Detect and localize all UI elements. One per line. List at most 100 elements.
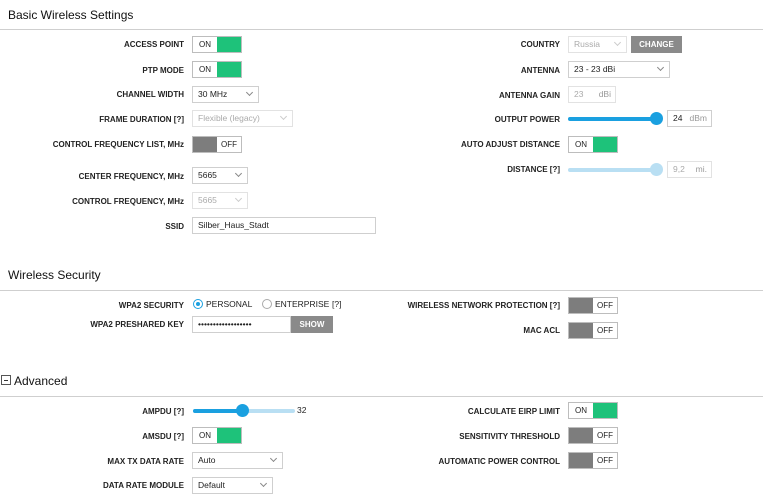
- control-frequency-label: CONTROL FREQUENCY, MHz: [72, 197, 184, 206]
- toggle-state-text: ON: [199, 40, 211, 49]
- toggle-off-indicator: [193, 137, 217, 152]
- antenna-label: ANTENNA: [520, 66, 560, 75]
- chevron-down-icon: [279, 112, 288, 121]
- max-tx-data-rate-label: MAX TX DATA RATE: [107, 457, 184, 466]
- country-label: COUNTRY: [520, 40, 560, 49]
- distance-unit: mi.: [695, 164, 707, 174]
- access-point-toggle[interactable]: ON: [192, 36, 242, 53]
- section-divider: [0, 396, 763, 397]
- toggle-state-text: OFF: [597, 326, 613, 335]
- wpa2-security-label: WPA2 SECURITY: [118, 301, 184, 310]
- channel-width-select[interactable]: 30 MHz: [192, 86, 259, 103]
- toggle-off-indicator: [569, 323, 593, 338]
- output-power-unit: dBm: [689, 113, 707, 123]
- wireless-security-title: Wireless Security: [8, 268, 101, 282]
- ssid-value: Silber_Haus_Stadt: [198, 220, 269, 230]
- output-power-input[interactable]: 24 dBm: [667, 110, 712, 127]
- data-rate-module-value: Default: [198, 480, 225, 490]
- chevron-down-icon: [656, 63, 665, 72]
- toggle-state-text: ON: [199, 65, 211, 74]
- control-frequency-list-toggle[interactable]: OFF: [192, 136, 242, 153]
- distance-value: 9,2: [673, 164, 685, 174]
- frame-duration-value: Flexible (legacy): [198, 113, 260, 123]
- ptp-mode-label: PTP MODE: [142, 66, 184, 75]
- toggle-on-indicator: [217, 37, 241, 52]
- wpa2-personal-radio[interactable]: [193, 299, 203, 309]
- collapse-minus-icon[interactable]: [1, 375, 11, 385]
- basic-wireless-settings-title: Basic Wireless Settings: [8, 8, 134, 22]
- toggle-state-text: OFF: [597, 431, 613, 440]
- wpa2-preshared-key-value: ••••••••••••••••••: [198, 319, 252, 329]
- toggle-on-indicator: [593, 137, 617, 152]
- antenna-gain-unit: dBi: [598, 89, 611, 99]
- ssid-input[interactable]: Silber_Haus_Stadt: [192, 217, 376, 234]
- mac-acl-toggle[interactable]: OFF: [568, 322, 618, 339]
- control-frequency-list-label: CONTROL FREQUENCY LIST, MHz: [52, 140, 184, 149]
- wpa2-enterprise-label: ENTERPRISE: [275, 299, 330, 309]
- toggle-state-text: OFF: [221, 140, 237, 149]
- section-divider: [0, 290, 763, 291]
- auto-adjust-distance-toggle[interactable]: ON: [568, 136, 618, 153]
- toggle-state-text: ON: [575, 406, 587, 415]
- antenna-select[interactable]: 23 - 23 dBi: [568, 61, 670, 78]
- toggle-state-text: ON: [199, 431, 211, 440]
- data-rate-module-label: DATA RATE MODULE: [102, 481, 184, 490]
- output-power-slider-track[interactable]: [568, 117, 658, 121]
- toggle-off-indicator: [569, 453, 593, 468]
- antenna-gain-value: 23: [574, 89, 584, 99]
- section-divider: [0, 29, 763, 30]
- toggle-on-indicator: [593, 403, 617, 418]
- change-country-button[interactable]: CHANGE: [631, 36, 682, 53]
- wpa2-enterprise-radio[interactable]: [262, 299, 272, 309]
- mac-acl-label: MAC ACL: [523, 326, 560, 335]
- chevron-down-icon: [259, 479, 268, 488]
- distance-slider-track: [568, 168, 658, 172]
- control-frequency-select: 5665: [192, 192, 248, 209]
- frame-duration-label: FRAME DURATION [?]: [99, 115, 184, 124]
- amsdu-label: AMSDU [?]: [142, 432, 184, 441]
- control-frequency-value: 5665: [198, 195, 217, 205]
- chevron-down-icon: [269, 454, 278, 463]
- antenna-gain-label: ANTENNA GAIN: [498, 91, 560, 100]
- wireless-network-protection-toggle[interactable]: OFF: [568, 297, 618, 314]
- show-key-button[interactable]: SHOW: [291, 316, 333, 333]
- chevron-down-icon: [613, 38, 622, 47]
- sensitivity-threshold-toggle[interactable]: OFF: [568, 427, 618, 444]
- country-select: Russia: [568, 36, 627, 53]
- ampdu-value: 32: [297, 405, 307, 415]
- antenna-gain-input: 23 dBi: [568, 86, 616, 103]
- ampdu-slider-thumb[interactable]: [236, 404, 249, 417]
- wpa2-personal-label: PERSONAL: [206, 299, 253, 309]
- max-tx-data-rate-value: Auto: [198, 455, 216, 465]
- distance-slider-thumb: [650, 163, 663, 176]
- automatic-power-control-toggle[interactable]: OFF: [568, 452, 618, 469]
- toggle-state-text: ON: [575, 140, 587, 149]
- ptp-mode-toggle[interactable]: ON: [192, 61, 242, 78]
- automatic-power-control-label: AUTOMATIC POWER CONTROL: [438, 457, 560, 466]
- wpa2-security-help-link[interactable]: [?]: [332, 299, 341, 309]
- wpa2-preshared-key-input[interactable]: ••••••••••••••••••: [192, 316, 291, 333]
- toggle-on-indicator: [217, 62, 241, 77]
- wireless-network-protection-label: WIRELESS NETWORK PROTECTION [?]: [407, 301, 560, 310]
- output-power-slider-thumb[interactable]: [650, 112, 663, 125]
- output-power-label: OUTPUT POWER: [494, 115, 560, 124]
- center-frequency-value: 5665: [198, 170, 217, 180]
- center-frequency-label: CENTER FREQUENCY, MHz: [78, 172, 184, 181]
- channel-width-label: CHANNEL WIDTH: [116, 90, 184, 99]
- data-rate-module-select[interactable]: Default: [192, 477, 273, 494]
- calculate-eirp-limit-toggle[interactable]: ON: [568, 402, 618, 419]
- toggle-off-indicator: [569, 298, 593, 313]
- wpa2-preshared-key-label: WPA2 PRESHARED KEY: [90, 320, 184, 329]
- toggle-off-indicator: [569, 428, 593, 443]
- center-frequency-select[interactable]: 5665: [192, 167, 248, 184]
- amsdu-toggle[interactable]: ON: [192, 427, 242, 444]
- toggle-state-text: OFF: [597, 456, 613, 465]
- calculate-eirp-limit-label: CALCULATE EIRP LIMIT: [467, 407, 560, 416]
- max-tx-data-rate-select[interactable]: Auto: [192, 452, 283, 469]
- channel-width-value: 30 MHz: [198, 89, 228, 99]
- ssid-label: SSID: [165, 222, 184, 231]
- ampdu-label: AMPDU [?]: [142, 407, 184, 416]
- antenna-value: 23 - 23 dBi: [574, 64, 616, 74]
- distance-input: 9,2 mi.: [667, 161, 712, 178]
- chevron-down-icon: [234, 169, 243, 178]
